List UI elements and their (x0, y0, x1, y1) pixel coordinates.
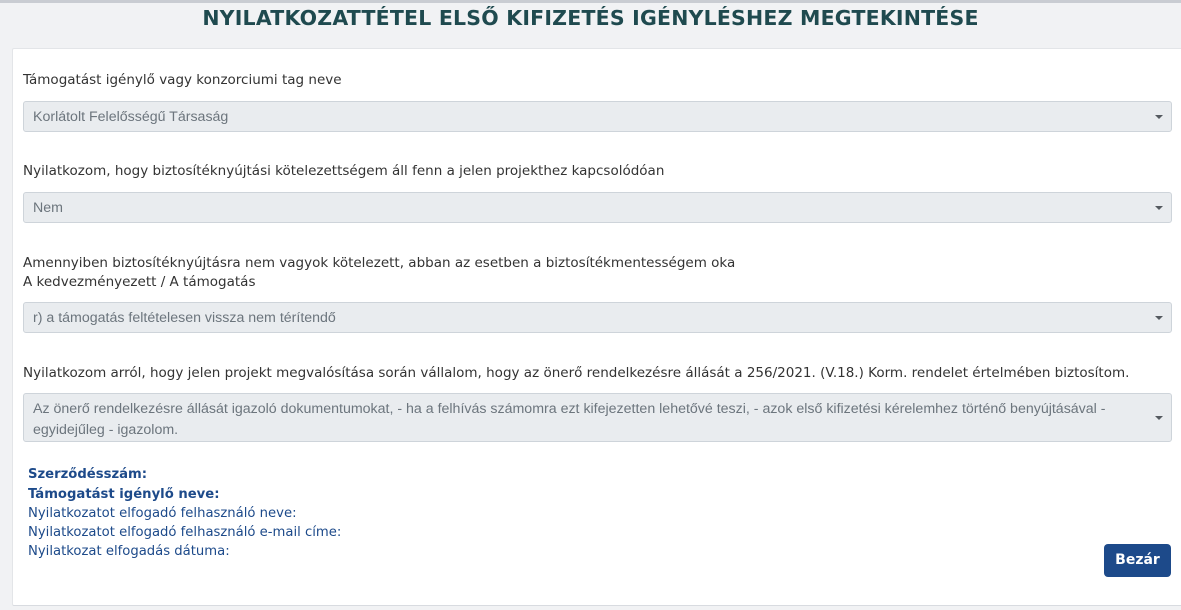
guarantee-obligation-value: Nem (33, 200, 63, 216)
applicant-name-select[interactable]: Korlátolt Felelősségű Társaság (23, 101, 1172, 132)
accepting-user-name-label: Nyilatkozatot elfogadó felhasználó neve: (28, 506, 297, 521)
guarantee-exemption-sublabel: A kedvezményezett / A támogatás (23, 274, 256, 290)
applicant-name-label: Támogatást igénylő vagy konzorciumi tag … (23, 72, 342, 88)
guarantee-obligation-select[interactable]: Nem (23, 192, 1172, 223)
own-contribution-label: Nyilatkozom arról, hogy jelen projekt me… (23, 365, 1130, 381)
guarantee-exemption-label: Amennyiben biztosítéknyújtásra nem vagyo… (23, 255, 736, 271)
top-border-strip (0, 0, 1181, 3)
contract-number-label: Szerződésszám: (28, 467, 148, 482)
accepting-user-email-label: Nyilatkozatot elfogadó felhasználó e-mai… (28, 525, 342, 540)
guarantee-exemption-value: r) a támogatás feltételesen vissza nem t… (33, 310, 336, 326)
applicant-name-info-label: Támogatást igénylő neve: (28, 487, 220, 502)
guarantee-obligation-label: Nyilatkozom, hogy biztosítéknyújtási köt… (23, 163, 665, 179)
applicant-name-value: Korlátolt Felelősségű Társaság (33, 109, 229, 125)
acceptance-date-label: Nyilatkozat elfogadás dátuma: (28, 544, 230, 559)
declaration-form-card: Támogatást igénylő vagy konzorciumi tag … (12, 48, 1181, 606)
caret-down-icon (1155, 206, 1163, 210)
own-contribution-value: Az önerő rendelkezésre állását igazoló d… (33, 401, 1106, 438)
caret-down-icon (1155, 316, 1163, 320)
own-contribution-select[interactable]: Az önerő rendelkezésre állását igazoló d… (23, 393, 1172, 442)
close-button[interactable]: Bezár (1104, 544, 1171, 577)
page-title: NYILATKOZATTÉTEL ELSŐ KIFIZETÉS IGÉNYLÉS… (202, 6, 979, 30)
caret-down-icon (1155, 115, 1163, 119)
guarantee-exemption-select[interactable]: r) a támogatás feltételesen vissza nem t… (23, 302, 1172, 333)
caret-down-icon (1155, 416, 1163, 420)
